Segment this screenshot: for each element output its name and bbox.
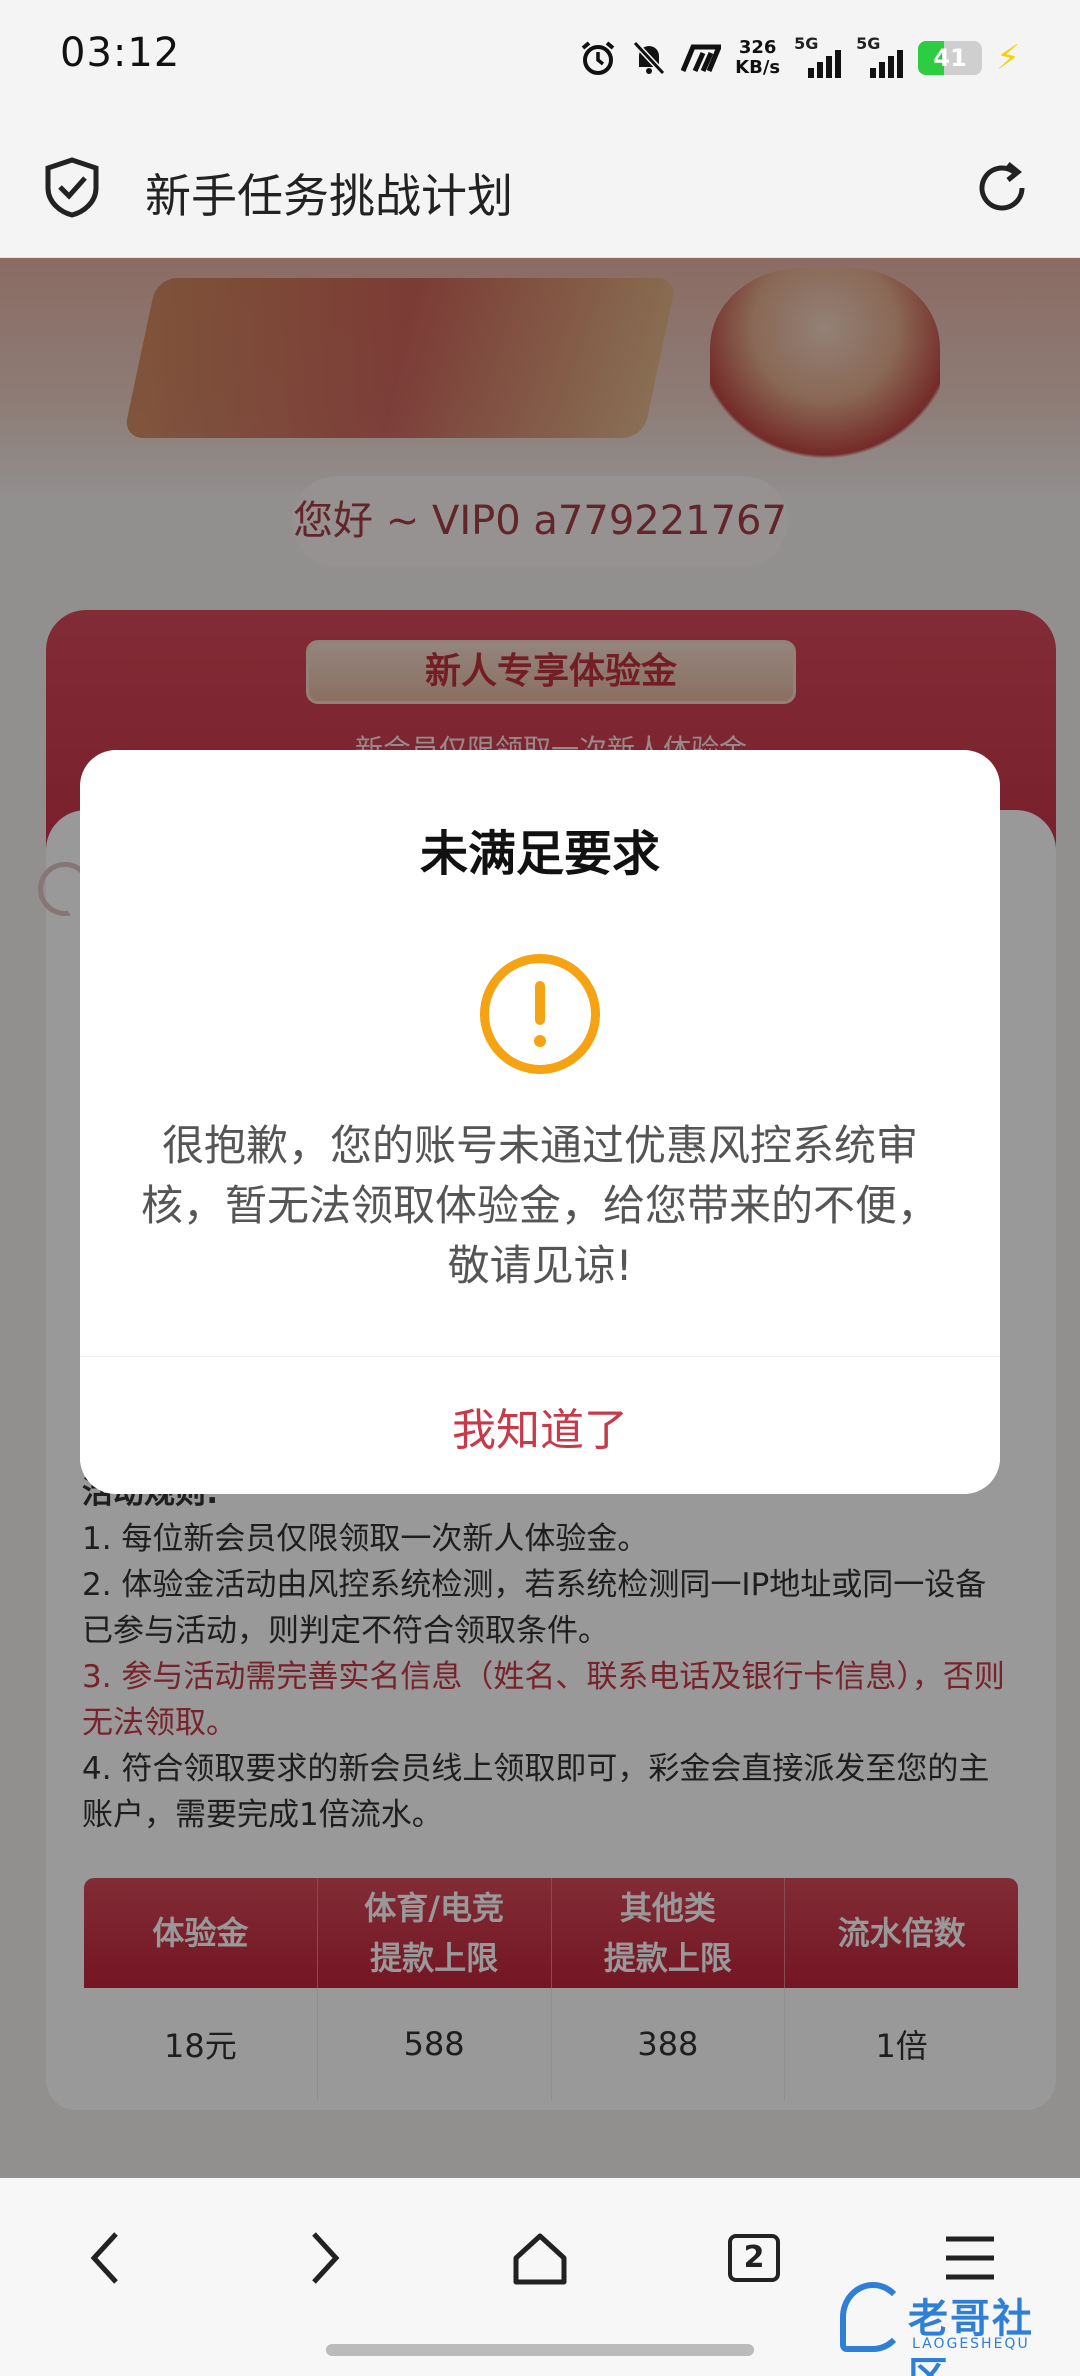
watermark-logo: 老哥社区 LAOGESHEQU <box>834 2276 1064 2376</box>
forward-button[interactable] <box>284 2218 364 2298</box>
browser-header: 新手任务挑战计划 <box>0 120 1080 258</box>
watermark-text: 老哥社区 <box>908 2296 1034 2376</box>
browser-bottom-nav: 2 老哥社区 LAOGESHEQU <box>0 2178 1080 2376</box>
net-speed: 326 KB/s <box>735 38 780 78</box>
tabs-icon: 2 <box>728 2234 780 2282</box>
battery-icon: 41 <box>918 41 983 75</box>
watermark-sub: LAOGESHEQU <box>912 2336 1030 2352</box>
home-icon <box>513 2233 567 2285</box>
back-icon <box>90 2232 118 2284</box>
battery-level: 41 <box>933 44 967 72</box>
back-button[interactable] <box>66 2218 146 2298</box>
sim2-label: 5G <box>856 34 881 53</box>
gesture-home-bar[interactable] <box>326 2344 754 2356</box>
signal-icon-2: 5G <box>856 34 904 78</box>
net-speed-value: 326 <box>738 37 777 58</box>
tabs-button[interactable]: 2 <box>714 2218 794 2298</box>
forward-icon <box>312 2232 340 2284</box>
alert-dialog: 未满足要求 很抱歉，您的账号未通过优惠风控系统审核，暂无法领取体验金，给您带来的… <box>80 750 1000 1494</box>
alarm-icon <box>581 41 615 75</box>
charging-icon: ⚡ <box>996 38 1020 78</box>
dialog-title: 未满足要求 <box>419 826 660 882</box>
shield-check-icon[interactable] <box>44 156 100 218</box>
page-title: 新手任务挑战计划 <box>145 169 513 223</box>
mute-icon <box>632 40 666 76</box>
dragon-logo-icon <box>840 2282 906 2352</box>
status-icons: 326 KB/s 5G 5G 41 ⚡ <box>579 34 1020 82</box>
acknowledge-button[interactable]: 我知道了 <box>80 1357 1000 1494</box>
sim1-label: 5G <box>794 34 819 53</box>
reload-icon[interactable] <box>972 158 1032 218</box>
signal-icon: 5G <box>794 34 842 78</box>
custom-app-icon <box>681 44 722 73</box>
dialog-message: 很抱歉，您的账号未通过优惠风控系统审核，暂无法领取体验金，给您带来的不便，敬请见… <box>140 1121 939 1290</box>
net-speed-unit: KB/s <box>735 57 781 78</box>
status-time: 03:12 <box>60 30 181 76</box>
home-button[interactable] <box>500 2218 580 2298</box>
warning-icon <box>480 954 600 1074</box>
status-bar: 03:12 326 KB/s 5G 5G 41 ⚡ <box>0 0 1080 120</box>
